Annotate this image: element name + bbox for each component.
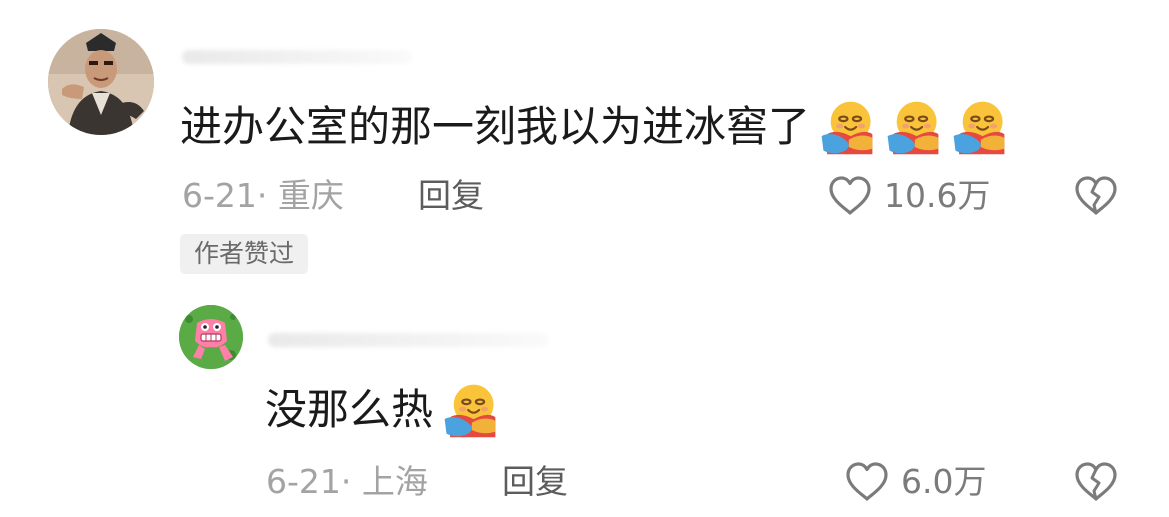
author-liked-badge: 作者赞过 xyxy=(180,234,309,274)
user-avatar[interactable] xyxy=(48,29,154,135)
hug-emoji-icon xyxy=(950,98,1008,156)
comment-text: 没那么热 xyxy=(265,381,499,439)
user-avatar[interactable] xyxy=(179,305,243,369)
comment-body: 进办公室的那一刻我以为进冰窖了 xyxy=(180,102,811,151)
comment-text: 进办公室的那一刻我以为进冰窖了 xyxy=(180,98,1008,156)
heart-outline-icon xyxy=(826,172,874,220)
hug-emoji-icon xyxy=(441,381,499,439)
username-blurred[interactable] xyxy=(182,50,412,64)
comment-date-location: 6-21· 重庆 xyxy=(182,176,344,215)
cartoon-monster-avatar-icon xyxy=(179,305,243,369)
reply-button[interactable]: 回复 xyxy=(418,176,484,216)
hug-emoji-icon xyxy=(884,98,942,156)
user-avatar-photo-icon xyxy=(48,29,154,135)
like-count: 10.6万 xyxy=(884,176,991,215)
heart-outline-icon xyxy=(843,458,891,506)
like-button[interactable]: 10.6万 xyxy=(826,172,990,220)
like-count: 6.0万 xyxy=(901,462,987,501)
comment-body: 没那么热 xyxy=(265,385,434,434)
comment-date-location: 6-21· 上海 xyxy=(266,462,428,501)
like-button[interactable]: 6.0万 xyxy=(843,458,986,506)
username-blurred[interactable] xyxy=(268,333,548,347)
reply-button[interactable]: 回复 xyxy=(502,462,568,502)
broken-heart-icon[interactable] xyxy=(1072,172,1120,220)
broken-heart-icon[interactable] xyxy=(1072,458,1120,506)
hug-emoji-icon xyxy=(818,98,876,156)
